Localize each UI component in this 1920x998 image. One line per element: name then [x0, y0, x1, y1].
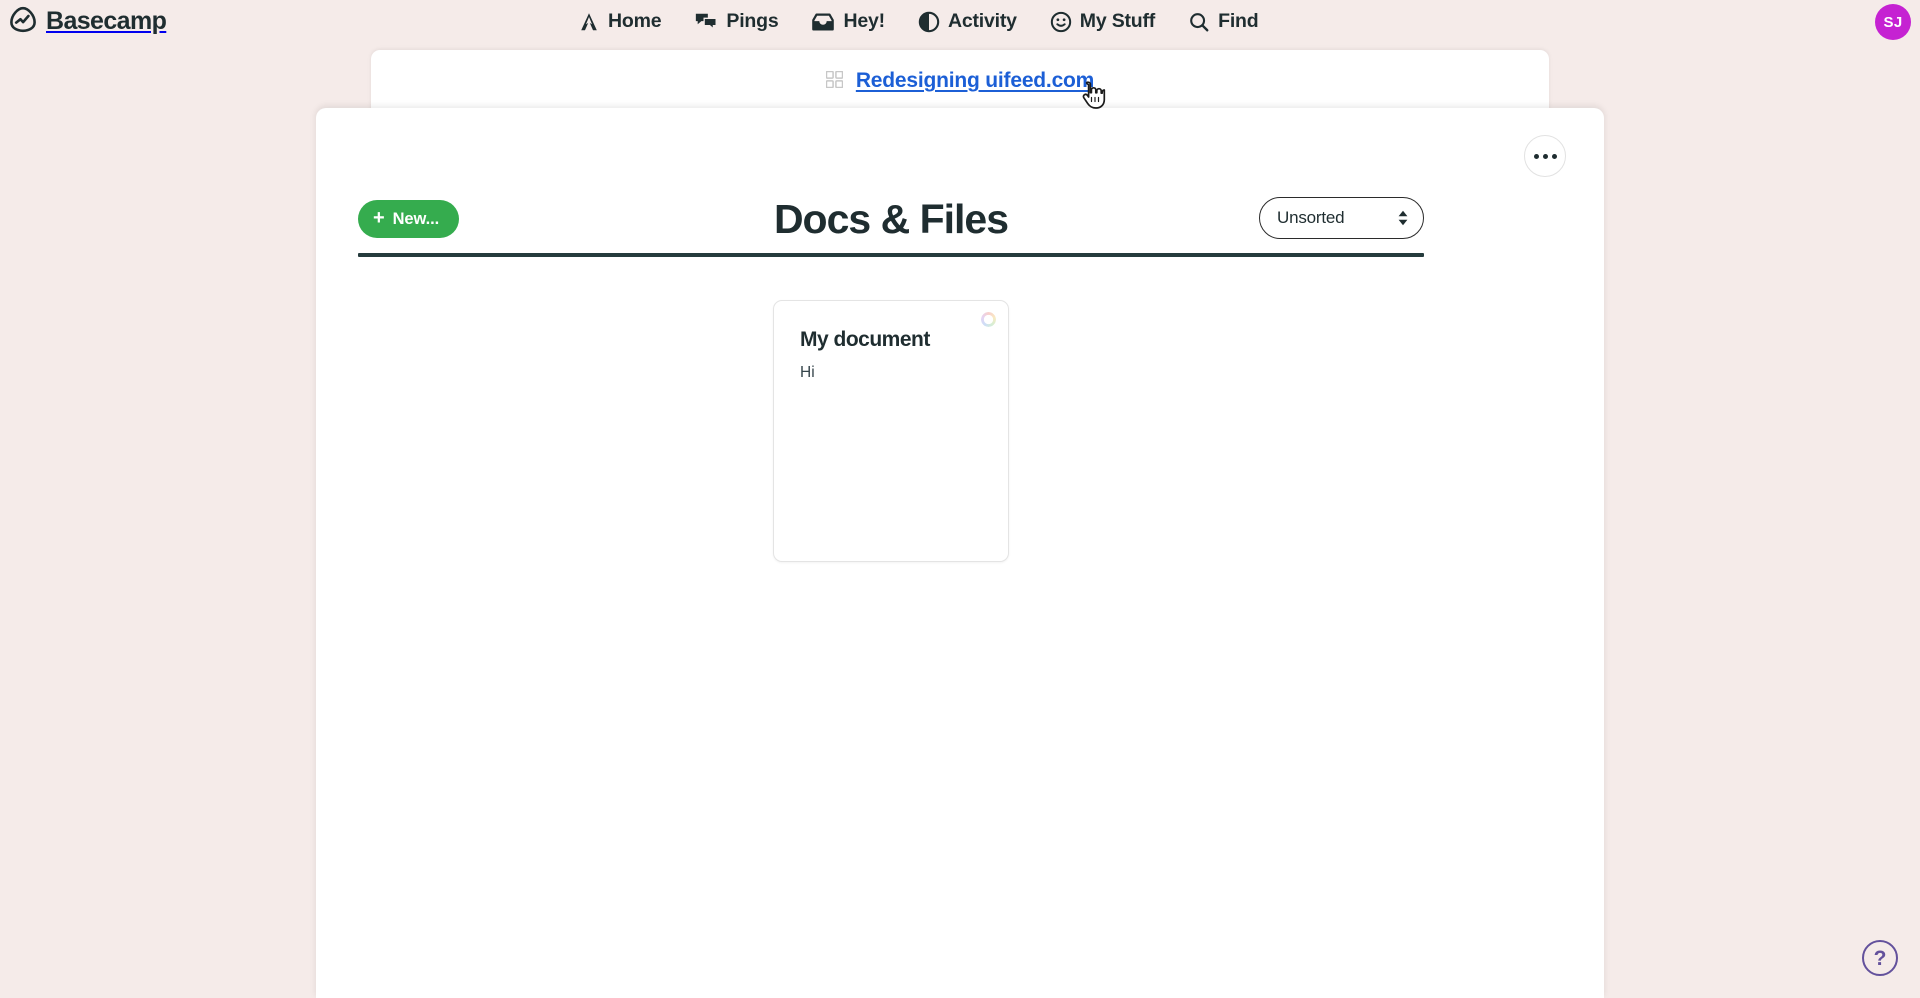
doc-card[interactable]: My document Hi: [773, 300, 1009, 562]
nav-item-activity-label: Activity: [947, 9, 1017, 32]
loading-ring-icon: [981, 312, 996, 327]
search-icon: [1188, 11, 1210, 33]
smiley-face-icon: [1050, 11, 1072, 33]
top-navigation-bar: Basecamp Home Pings Hey! Activity My Stu…: [0, 0, 1920, 44]
project-header: Redesigning uifeed.com: [371, 50, 1549, 112]
pie-clock-icon: [918, 11, 940, 33]
basecamp-logo-icon: [8, 5, 38, 40]
grid-squares-icon: [825, 70, 844, 93]
basecamp-brand-link[interactable]: Basecamp: [8, 0, 167, 44]
ellipsis-icon: [1542, 153, 1548, 159]
nav-item-find-label: Find: [1218, 9, 1259, 32]
ellipsis-icon: [1533, 153, 1539, 159]
up-down-arrows-icon: [1397, 210, 1409, 226]
primary-nav: Home Pings Hey! Activity My Stuff Find: [578, 0, 1259, 44]
avatar[interactable]: SJ: [1875, 4, 1911, 40]
nav-item-pings-label: Pings: [726, 9, 779, 32]
question-mark-icon: ?: [1873, 946, 1887, 970]
help-button[interactable]: ?: [1862, 940, 1898, 976]
content-header-row: + New... Docs & Files Unsorted: [358, 190, 1424, 248]
nav-item-find[interactable]: Find: [1188, 9, 1259, 33]
avatar-initials: SJ: [1883, 13, 1903, 31]
header-divider: [358, 253, 1424, 257]
chat-bubbles-icon: [694, 11, 718, 33]
sort-select-value: Unsorted: [1277, 208, 1345, 227]
nav-item-hey-label: Hey!: [843, 9, 885, 32]
ellipsis-icon: [1551, 153, 1557, 159]
inbox-tray-icon: [811, 12, 835, 32]
nav-item-activity[interactable]: Activity: [918, 11, 1017, 33]
more-options-button[interactable]: [1524, 135, 1566, 177]
home-icon: [578, 11, 600, 33]
brand-name-label: Basecamp: [46, 6, 167, 35]
doc-card-excerpt: Hi: [800, 364, 815, 382]
nav-item-home[interactable]: Home: [578, 9, 662, 33]
doc-card-title: My document: [800, 328, 930, 351]
nav-item-home-label: Home: [608, 9, 662, 32]
main-content-panel: + New... Docs & Files Unsorted My docume…: [316, 108, 1604, 998]
nav-item-pings[interactable]: Pings: [694, 9, 779, 33]
docs-grid: My document Hi: [358, 300, 1424, 562]
nav-item-my-stuff[interactable]: My Stuff: [1050, 11, 1155, 33]
project-name-link[interactable]: Redesigning uifeed.com: [856, 69, 1095, 93]
nav-item-my-stuff-label: My Stuff: [1079, 9, 1156, 32]
sort-select[interactable]: Unsorted: [1259, 197, 1424, 239]
nav-item-hey[interactable]: Hey!: [811, 9, 885, 33]
